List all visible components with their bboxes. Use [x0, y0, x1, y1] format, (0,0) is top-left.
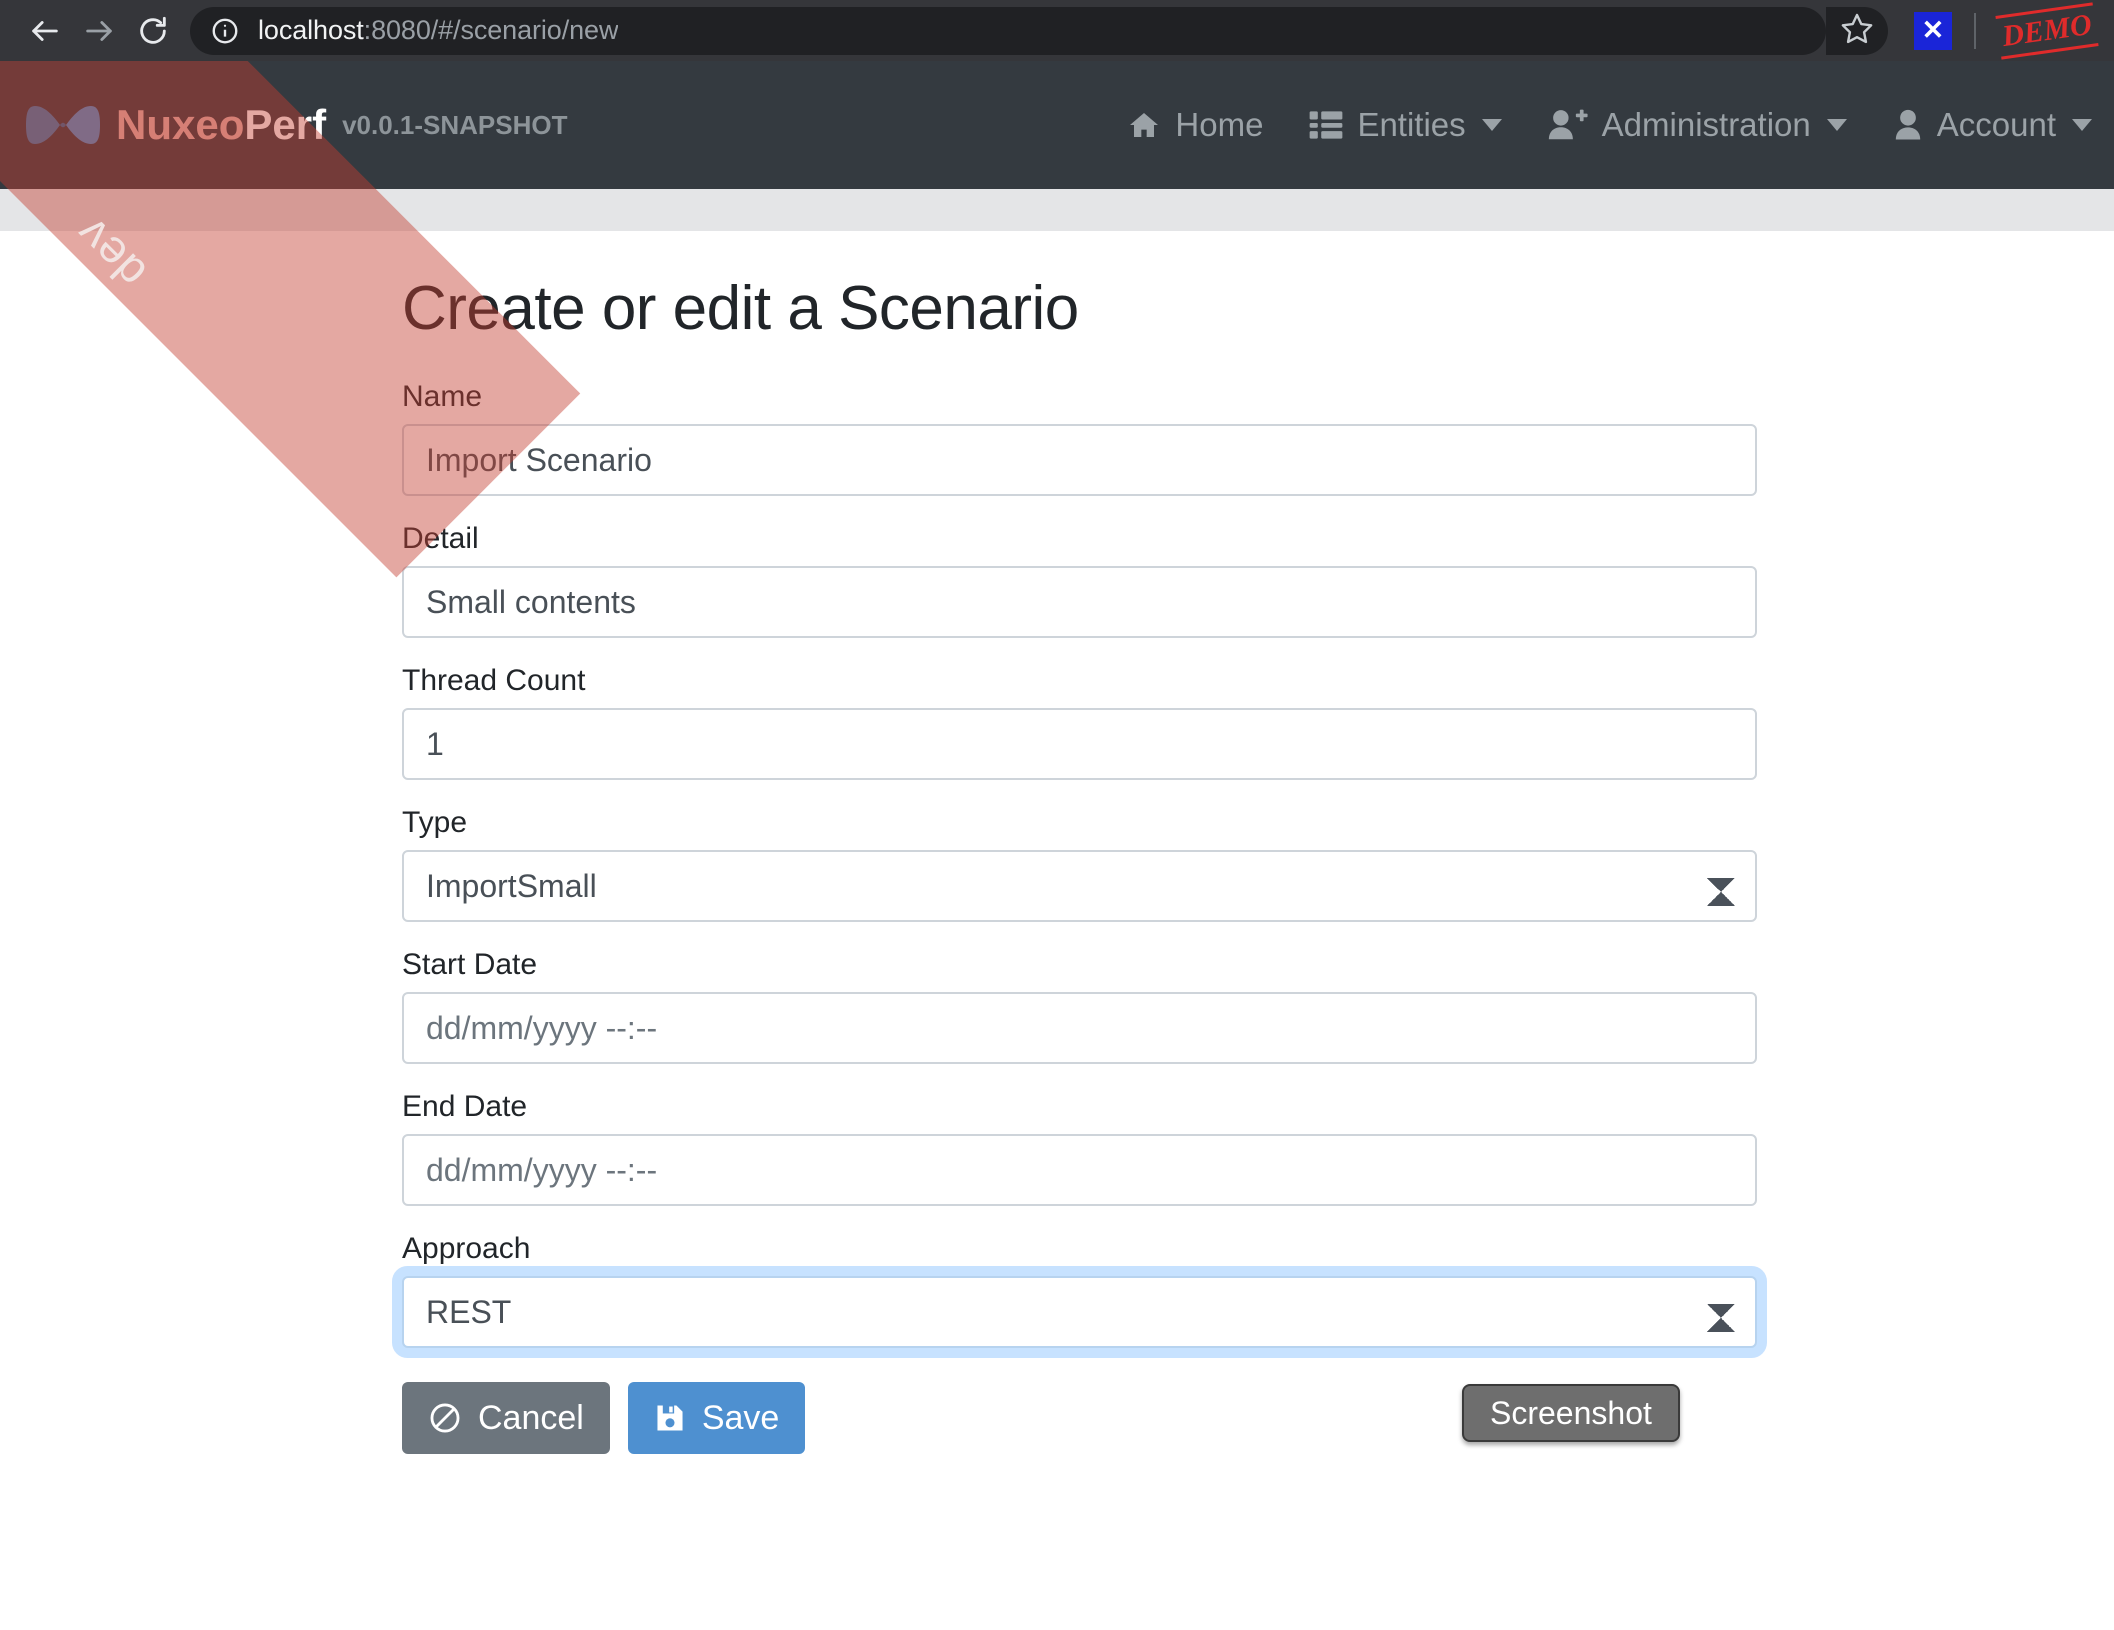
- address-bar-text: localhost:8080/#/scenario/new: [258, 15, 618, 46]
- label-name: Name: [402, 380, 483, 413]
- user-icon: [1893, 109, 1923, 141]
- nav-item-administration[interactable]: Administration: [1548, 106, 1847, 144]
- app-navbar: NuxeoPerf v0.0.1-SNAPSHOT Home Entities …: [0, 61, 2114, 189]
- page-viewport: dev NuxeoPerf v0.0.1-SNAPSHOT Home Entit…: [0, 61, 2114, 1630]
- type-select[interactable]: ImportSmall: [402, 850, 1757, 922]
- save-button[interactable]: Save: [627, 1382, 806, 1454]
- thread-count-input[interactable]: [402, 708, 1757, 780]
- browser-toolbar-right: ✕ DEMO: [1825, 1, 2099, 60]
- nav-item-home[interactable]: Home: [1127, 106, 1263, 144]
- navbar-links: Home Entities Administration Account: [1127, 106, 2092, 144]
- forward-button[interactable]: [72, 4, 126, 58]
- reload-icon: [136, 14, 170, 48]
- star-outline-icon: [1840, 11, 1874, 50]
- back-arrow-icon: [28, 14, 62, 48]
- nav-item-account-label: Account: [1936, 106, 2056, 143]
- nuxeo-bowtie-logo: [24, 94, 102, 156]
- approach-select[interactable]: REST: [402, 1276, 1757, 1348]
- screenshot-button-label: Screenshot: [1490, 1394, 1652, 1431]
- list-icon: [1309, 110, 1343, 140]
- field-group-detail: Detail: [402, 522, 1757, 638]
- label-start-date: Start Date: [402, 948, 538, 981]
- nav-item-entities[interactable]: Entities: [1309, 106, 1502, 144]
- cancel-button[interactable]: Cancel: [402, 1382, 610, 1454]
- brand-name-second: Perf: [244, 101, 327, 148]
- scenario-form: Name Detail Thread Count Type ImportSmal…: [402, 380, 1757, 1454]
- label-type: Type: [402, 806, 468, 839]
- field-group-start-date: Start Date: [402, 948, 1757, 1064]
- chevron-down-icon: [1481, 119, 1502, 131]
- info-circle-icon[interactable]: [210, 16, 240, 46]
- nav-item-home-label: Home: [1175, 106, 1264, 143]
- home-icon: [1127, 109, 1161, 141]
- chevron-down-icon: [2072, 119, 2092, 131]
- x-close-icon: ✕: [1921, 15, 1945, 45]
- sub-navbar-strip: [0, 189, 2114, 231]
- address-bar-path: :8080/#/scenario/new: [363, 15, 619, 45]
- chevron-down-icon: [1826, 119, 1847, 131]
- field-group-type: Type ImportSmall: [402, 806, 1757, 922]
- page-title: Create or edit a Scenario: [402, 274, 1079, 343]
- end-date-input[interactable]: [402, 1134, 1757, 1206]
- brand-link[interactable]: NuxeoPerf v0.0.1-SNAPSHOT: [24, 94, 567, 156]
- floppy-disk-icon: [654, 1402, 686, 1434]
- bookmark-button[interactable]: [1825, 6, 1888, 55]
- field-group-approach: Approach REST: [402, 1232, 1757, 1348]
- nav-item-entities-label: Entities: [1357, 106, 1466, 143]
- start-date-input[interactable]: [402, 992, 1757, 1064]
- toolbar-divider: [1973, 12, 1976, 49]
- form-actions: Cancel Save Screenshot: [402, 1382, 1757, 1454]
- ban-icon: [428, 1401, 462, 1435]
- brand-name-first: Nuxeo: [116, 101, 245, 148]
- field-group-thread-count: Thread Count: [402, 664, 1757, 780]
- detail-input[interactable]: [402, 566, 1757, 638]
- label-detail: Detail: [402, 522, 479, 555]
- address-bar-host: localhost: [258, 15, 364, 45]
- browser-chrome: localhost:8080/#/scenario/new ✕ DEMO: [0, 0, 2114, 61]
- brand-name: NuxeoPerf: [116, 101, 326, 149]
- nav-item-account[interactable]: Account: [1893, 106, 2092, 144]
- label-end-date: End Date: [402, 1090, 528, 1123]
- back-button[interactable]: [18, 4, 72, 58]
- name-input[interactable]: [402, 424, 1757, 496]
- cancel-button-label: Cancel: [478, 1398, 584, 1437]
- forward-arrow-icon: [82, 14, 116, 48]
- user-plus-icon: [1548, 109, 1588, 141]
- page-content: Create or edit a Scenario Name Detail Th…: [0, 231, 2114, 1454]
- field-group-name: Name: [402, 380, 1757, 496]
- demo-stamp: DEMO: [1995, 1, 2099, 60]
- brand-version: v0.0.1-SNAPSHOT: [342, 109, 568, 140]
- save-button-label: Save: [701, 1398, 780, 1437]
- label-thread-count: Thread Count: [402, 664, 586, 697]
- nav-item-administration-label: Administration: [1601, 106, 1811, 143]
- field-group-end-date: End Date: [402, 1090, 1757, 1206]
- address-bar[interactable]: localhost:8080/#/scenario/new: [190, 6, 1826, 55]
- extension-button[interactable]: ✕: [1913, 11, 1952, 50]
- label-approach: Approach: [402, 1232, 531, 1265]
- reload-button[interactable]: [126, 4, 180, 58]
- screenshot-button[interactable]: Screenshot: [1462, 1384, 1680, 1442]
